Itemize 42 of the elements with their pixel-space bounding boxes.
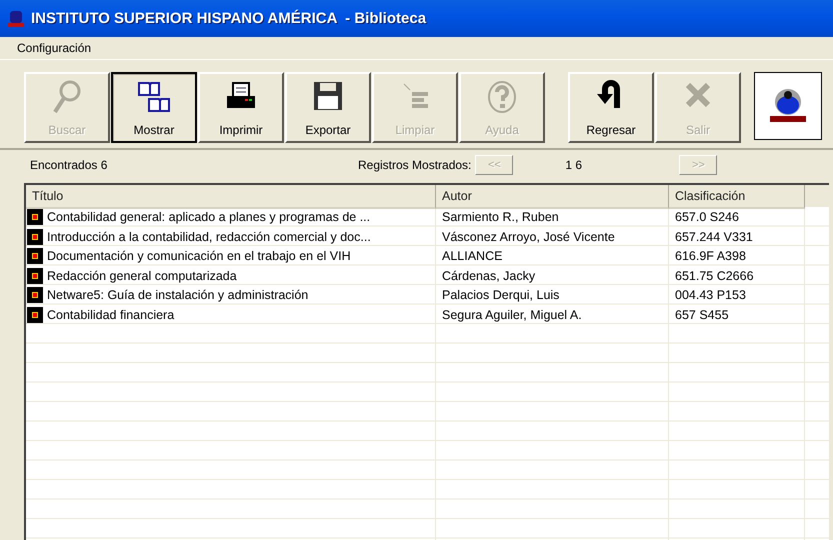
table-cell: Netware5: Guía de instalación y administración xyxy=(47,288,308,302)
table-cell: Introducción a la contabilidad, redacción comercial y doc... xyxy=(47,230,371,244)
back-button[interactable]: Regresar xyxy=(568,72,654,143)
app-icon xyxy=(7,10,25,28)
table-cell: 657.244 V331 xyxy=(675,230,753,244)
show-button[interactable]: Mostrar xyxy=(111,72,197,143)
window-title: INSTITUTO SUPERIOR HISPANO AMÉRICA - Biblioteca xyxy=(31,10,426,27)
table-cell: 651.75 C2666 xyxy=(675,268,754,282)
export-button[interactable]: Exportar xyxy=(285,72,371,143)
record-icon xyxy=(27,228,43,244)
found-count: Encontrados 6 xyxy=(30,158,108,172)
table-cell: Sarmiento R., Ruben xyxy=(442,210,559,224)
range-text: 1 6 xyxy=(565,158,584,172)
books-icon xyxy=(137,80,171,114)
table-cell: Cárdenas, Jacky xyxy=(442,268,536,282)
table-cell: Palacios Derqui, Luis xyxy=(442,288,560,302)
table-cell: Contabilidad financiera xyxy=(47,308,174,322)
record-icon xyxy=(27,268,43,284)
record-icon xyxy=(27,248,43,264)
table-cell: Segura Aguiler, Miguel A. xyxy=(442,308,582,322)
table-cell: Redacción general computarizada xyxy=(47,268,237,282)
record-icon xyxy=(27,287,43,303)
column-header[interactable]: Autor xyxy=(436,185,669,209)
menu-item[interactable]: Configuración xyxy=(12,39,96,57)
floppy-icon xyxy=(312,80,344,112)
table-cell: 657.0 S246 xyxy=(675,210,739,224)
column-header[interactable]: Título xyxy=(26,185,436,209)
close-icon xyxy=(683,80,713,110)
table-cell: 657 S455 xyxy=(675,308,729,322)
table-cell: 616.9F A398 xyxy=(675,249,746,263)
table-cell: 004.43 P153 xyxy=(675,288,746,302)
record-icon xyxy=(27,306,43,322)
help-icon xyxy=(486,80,518,114)
table-cell: ALLIANCE xyxy=(442,249,502,263)
magnifier-icon xyxy=(52,80,82,114)
table-cell: Vásconez Arroyo, José Vicente xyxy=(442,230,615,244)
print-button[interactable]: Imprimir xyxy=(198,72,284,143)
shown-label: Registros Mostrados: xyxy=(358,158,472,172)
table-cell: Contabilidad general: aplicado a planes y programas de ... xyxy=(47,210,370,224)
column-header[interactable]: Clasificación xyxy=(669,185,805,209)
table-cell: Documentación y comunicación en el trabajo en el VIH xyxy=(47,249,351,263)
record-icon xyxy=(27,209,43,225)
